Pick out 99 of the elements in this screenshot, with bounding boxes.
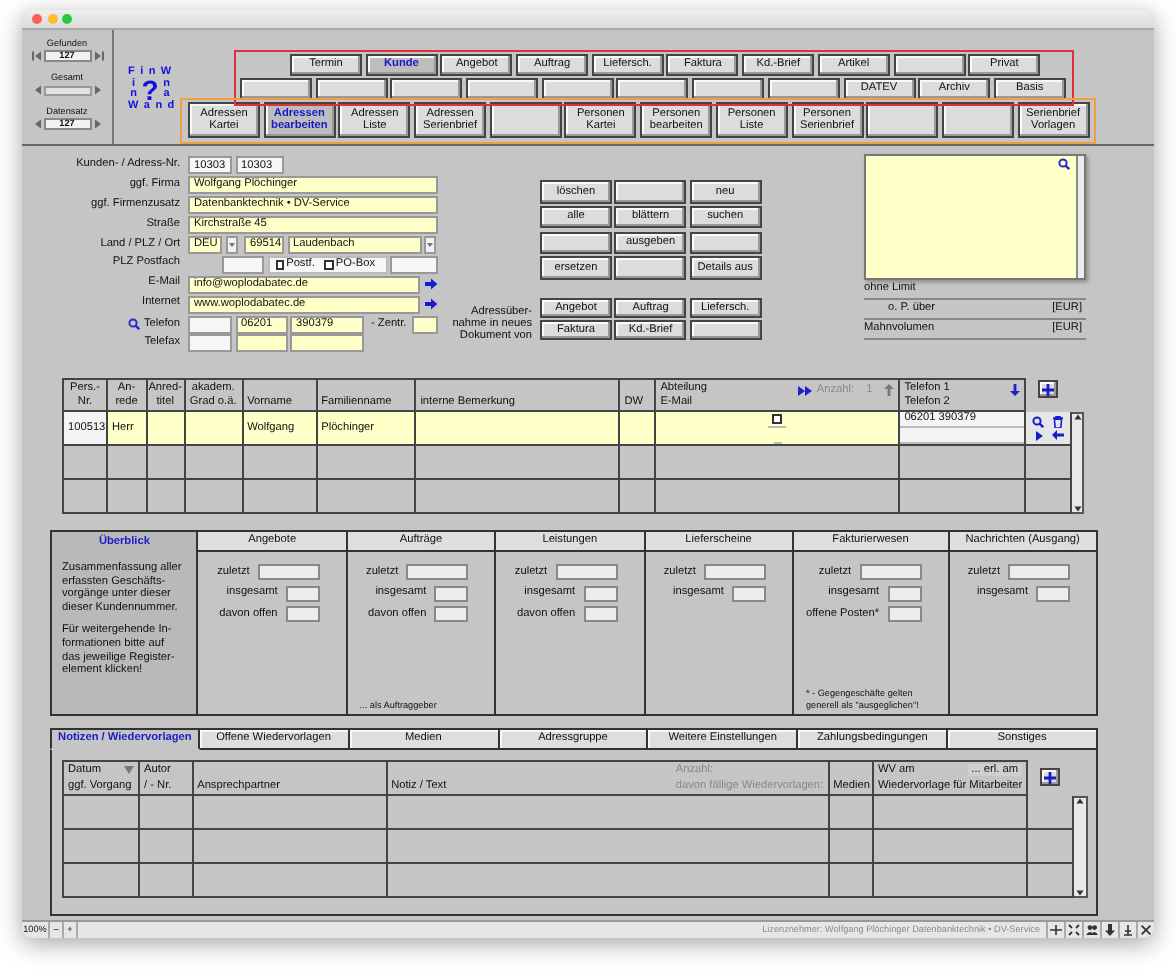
table-cell [108,446,148,480]
table-cell [317,480,417,514]
logo-mark: ? [139,79,159,101]
table-cell [317,446,417,480]
blank-button[interactable] [540,231,612,255]
value-field [703,564,766,580]
blank-button[interactable] [689,231,762,255]
users-icon[interactable] [1086,924,1098,936]
checkbox[interactable] [275,260,285,270]
table-cell [108,480,148,514]
postbox-field[interactable] [222,255,265,274]
blank-tab[interactable] [941,102,1014,138]
blank-tab[interactable] [390,78,463,100]
search-icon[interactable] [127,318,140,331]
table-cell [147,480,186,514]
blank-button[interactable] [614,180,687,203]
add-button[interactable] [1039,768,1060,786]
search-icon[interactable] [1032,415,1045,427]
value-field [434,585,469,601]
value-field [887,606,922,622]
table-cell [829,830,874,864]
value-field [731,585,766,601]
search-icon[interactable] [1058,158,1070,170]
scrollbar[interactable] [1076,156,1084,278]
table-cell [620,480,657,514]
trash-icon[interactable] [1052,415,1065,427]
blank-tab[interactable] [489,102,562,138]
phone-prefix-field[interactable] [188,334,232,353]
table-cell [62,864,140,898]
blank-tab[interactable] [767,78,840,100]
scroll-down-icon[interactable] [1073,506,1082,512]
table-cell [147,446,186,480]
phone-prefix-field[interactable] [188,315,232,334]
last-record-icon[interactable] [93,50,103,62]
value-field [257,564,320,580]
blank-tab[interactable] [692,78,765,100]
blank-tab[interactable] [315,78,388,100]
down-arrow-icon[interactable] [1104,924,1116,936]
phone-number-field[interactable] [290,334,364,353]
table-cell [62,446,108,480]
table-cell [620,446,657,480]
value-field [859,564,922,580]
dropdown-button[interactable] [424,236,436,254]
table-cell [1026,480,1073,514]
value-field [285,585,320,601]
play-icon[interactable] [1033,429,1044,441]
filter-icon[interactable] [124,766,134,774]
blank-button[interactable] [614,256,687,280]
value-field [555,564,618,580]
table-cell [243,480,318,514]
table-cell [62,830,140,864]
value-field [406,564,469,580]
checkbox[interactable] [772,414,783,424]
first-record-icon[interactable] [31,50,41,62]
add-button[interactable] [1038,380,1059,398]
table-cell [900,480,1027,514]
scroll-down-icon[interactable] [1075,890,1084,896]
table-cell [829,864,874,898]
value-field [1008,564,1070,580]
blank-tab[interactable] [466,78,539,100]
blank-button[interactable] [689,320,762,341]
value-field [887,585,922,601]
value-field [285,606,320,622]
table-cell [62,480,108,514]
window-close-button[interactable] [32,14,42,24]
table-cell [243,446,318,480]
caret-icon [227,242,235,248]
blank-tab[interactable] [616,78,689,100]
value-field [583,585,618,601]
postbox-field[interactable] [390,255,438,274]
total-bar [43,85,91,95]
blank-tab[interactable] [866,102,939,138]
checkbox[interactable] [324,260,334,270]
plus-icon [1042,383,1055,395]
table-cell [140,830,194,864]
blank-tab[interactable] [240,78,312,100]
close-icon[interactable] [1140,924,1152,936]
plus-icon [1043,771,1056,783]
scroll-up-icon[interactable] [1075,798,1084,804]
fast-forward-icon [798,385,813,396]
up-arrow-icon[interactable] [884,384,895,397]
expand-icon[interactable] [1068,924,1080,936]
blank-tab[interactable] [541,78,614,100]
back-arrow-icon[interactable] [1052,430,1065,440]
table-cell [185,480,244,514]
scrollbar[interactable] [1072,412,1085,514]
value-field [583,606,618,622]
down-arrow-icon[interactable] [1010,384,1021,396]
area-code-field[interactable] [235,334,287,353]
memo-field[interactable] [864,154,1086,280]
blank-tab[interactable] [893,54,965,76]
value-field [434,606,469,622]
extension-field[interactable] [411,315,438,334]
dropdown-button[interactable] [225,236,237,254]
table-cell [185,446,244,480]
scroll-up-icon[interactable] [1073,414,1082,420]
value-field [1036,585,1070,601]
caret-icon [426,242,434,248]
table-cell [140,864,194,898]
